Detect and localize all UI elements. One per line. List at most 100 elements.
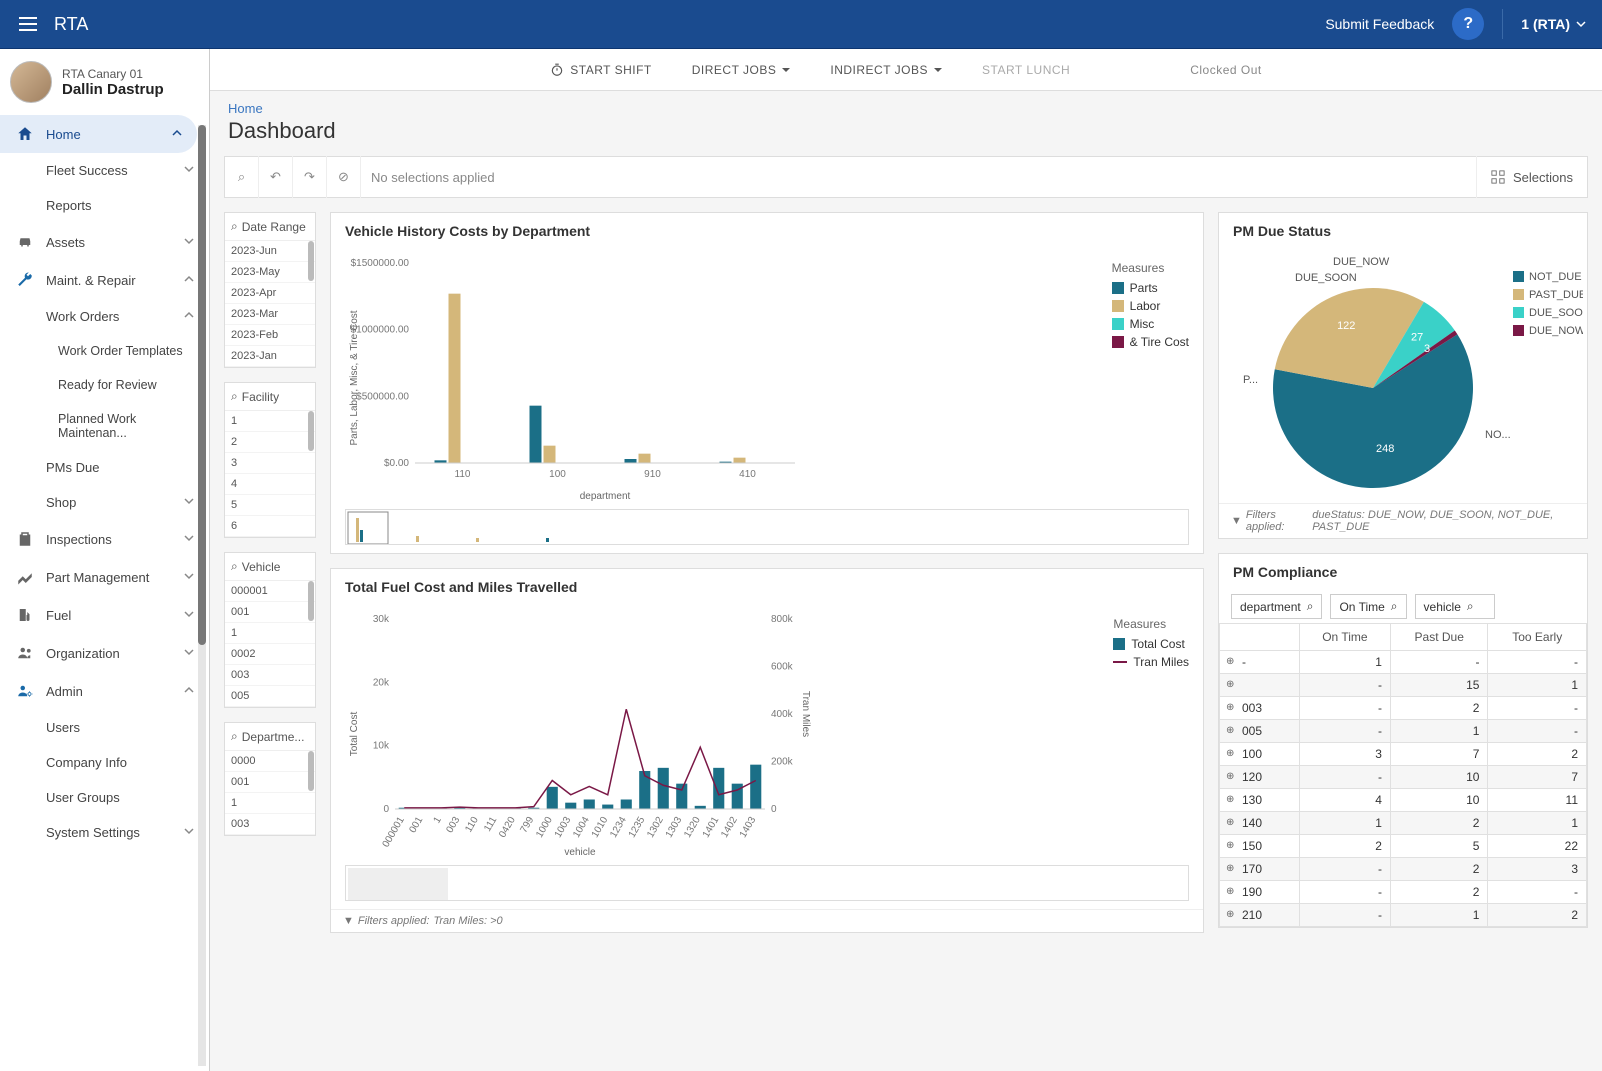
table-row[interactable]: ⊕005-1- — [1220, 720, 1587, 743]
filter-row[interactable]: 003 — [225, 665, 315, 686]
tag-ontime[interactable]: On Time⌕ — [1330, 594, 1406, 619]
legend-item[interactable]: Misc — [1112, 317, 1189, 331]
user-block[interactable]: RTA Canary 01 Dallin Dastrup — [0, 49, 209, 115]
filter-row[interactable]: 3 — [225, 453, 315, 474]
tag-department[interactable]: department⌕ — [1231, 594, 1322, 619]
clock-status: Clocked Out — [1190, 63, 1262, 77]
compliance-table[interactable]: On Time Past Due Too Early ⊕-1--⊕-151⊕00… — [1219, 623, 1587, 927]
table-row[interactable]: ⊕-151 — [1220, 674, 1587, 697]
bar-chart[interactable]: $0.00$500000.00$1000000.00$1500000.00Par… — [345, 253, 885, 503]
sidebar-item-planned-work[interactable]: Planned Work Maintenan... — [0, 402, 209, 450]
direct-jobs-menu[interactable]: DIRECT JOBS — [692, 63, 791, 77]
th-ontime[interactable]: On Time — [1299, 624, 1390, 651]
filter-row[interactable]: 2023-Mar — [225, 304, 315, 325]
table-row[interactable]: ⊕170-23 — [1220, 858, 1587, 881]
scrollbar[interactable] — [308, 241, 314, 281]
start-shift-button[interactable]: START SHIFT — [550, 63, 652, 77]
th-dept[interactable] — [1220, 624, 1300, 651]
sidebar-item-system-settings[interactable]: System Settings — [0, 815, 209, 850]
sidebar-item-fleet-success[interactable]: Fleet Success — [0, 153, 209, 188]
mini-chart-scroller[interactable] — [345, 509, 1189, 545]
clear-selection-icon[interactable]: ⊘ — [327, 156, 361, 198]
filter-row[interactable]: 2023-Apr — [225, 283, 315, 304]
sidebar-item-company-info[interactable]: Company Info — [0, 745, 209, 780]
filter-facility[interactable]: ⌕Facility 123456 — [224, 382, 316, 538]
sidebar-item-user-groups[interactable]: User Groups — [0, 780, 209, 815]
filter-row[interactable]: 005 — [225, 686, 315, 707]
start-lunch-button[interactable]: START LUNCH — [982, 63, 1070, 77]
scrollbar[interactable] — [308, 751, 314, 791]
sidebar-item-inspections[interactable]: Inspections — [0, 520, 209, 558]
legend-item[interactable]: Tran Miles — [1113, 655, 1189, 669]
table-row[interactable]: ⊕-1-- — [1220, 651, 1587, 674]
sidebar-item-fuel[interactable]: Fuel — [0, 596, 209, 634]
sidebar-item-admin[interactable]: Admin — [0, 672, 209, 710]
sidebar-item-maint-repair[interactable]: Maint. & Repair — [0, 261, 209, 299]
table-row[interactable]: ⊕140121 — [1220, 812, 1587, 835]
scrollbar[interactable] — [308, 581, 314, 621]
table-row[interactable]: ⊕100372 — [1220, 743, 1587, 766]
table-row[interactable]: ⊕1502522 — [1220, 835, 1587, 858]
filter-row[interactable]: 6 — [225, 516, 315, 537]
svg-text:1302: 1302 — [645, 815, 666, 840]
redo-icon[interactable]: ↷ — [293, 156, 327, 198]
combo-chart[interactable]: 010k20k30k0200k400k600k800kTotal CostTra… — [345, 609, 885, 859]
sidebar-item-home[interactable]: Home — [0, 115, 197, 153]
sidebar-item-pms-due[interactable]: PMs Due — [0, 450, 209, 485]
scrollbar[interactable] — [308, 411, 314, 451]
filter-row[interactable]: 2023-Feb — [225, 325, 315, 346]
sidebar-item-organization[interactable]: Organization — [0, 634, 209, 672]
th-pastdue[interactable]: Past Due — [1390, 624, 1487, 651]
submit-feedback-link[interactable]: Submit Feedback — [1325, 16, 1434, 32]
filter-row[interactable]: 001 — [225, 772, 315, 793]
filter-row[interactable]: 4 — [225, 474, 315, 495]
svg-text:800k: 800k — [771, 614, 794, 625]
sidebar-item-ready-review[interactable]: Ready for Review — [0, 368, 209, 402]
legend-item[interactable]: Labor — [1112, 299, 1189, 313]
sidebar-item-part-mgmt[interactable]: Part Management — [0, 558, 209, 596]
table-row[interactable]: ⊕120-107 — [1220, 766, 1587, 789]
filter-date-range[interactable]: ⌕Date Range 2023-Jun2023-May2023-Apr2023… — [224, 212, 316, 368]
filter-row[interactable]: 001 — [225, 602, 315, 623]
filter-row[interactable]: 0002 — [225, 644, 315, 665]
filter-vehicle[interactable]: ⌕Vehicle 00000100110002003005 — [224, 552, 316, 708]
legend-item[interactable]: Total Cost — [1113, 637, 1189, 651]
filter-row[interactable]: 2023-May — [225, 262, 315, 283]
breadcrumb[interactable]: Home — [210, 91, 1602, 118]
sidebar-item-assets[interactable]: Assets — [0, 223, 209, 261]
filter-row[interactable]: 2023-Jan — [225, 346, 315, 367]
filter-department[interactable]: ⌕Departme... 00000011003 — [224, 722, 316, 836]
sidebar-item-wo-templates[interactable]: Work Order Templates — [0, 334, 209, 368]
table-row[interactable]: ⊕210-12 — [1220, 904, 1587, 927]
account-menu[interactable]: 1 (RTA) — [1521, 16, 1586, 32]
table-row[interactable]: ⊕003-2- — [1220, 697, 1587, 720]
sidebar-item-shop[interactable]: Shop — [0, 485, 209, 520]
filter-row[interactable]: 2023-Jun — [225, 241, 315, 262]
pie-chart[interactable]: 248122273DUE_NOWDUE_SOONP...NO...NOT_DUE… — [1233, 253, 1583, 503]
filter-row[interactable]: 2 — [225, 432, 315, 453]
hamburger-icon[interactable] — [16, 12, 40, 36]
legend-item[interactable]: & Tire Cost — [1112, 335, 1189, 349]
filter-row[interactable]: 1 — [225, 793, 315, 814]
sidebar-item-users[interactable]: Users — [0, 710, 209, 745]
tag-vehicle[interactable]: vehicle⌕ — [1415, 594, 1495, 619]
filter-row[interactable]: 003 — [225, 814, 315, 835]
sidebar-scrollthumb[interactable] — [198, 125, 206, 645]
filter-row[interactable]: 5 — [225, 495, 315, 516]
filter-row[interactable]: 0000 — [225, 751, 315, 772]
filter-row[interactable]: 1 — [225, 411, 315, 432]
th-tooearly[interactable]: Too Early — [1488, 624, 1587, 651]
help-icon[interactable]: ? — [1452, 8, 1484, 40]
sidebar-item-reports[interactable]: Reports — [0, 188, 209, 223]
table-row[interactable]: ⊕13041011 — [1220, 789, 1587, 812]
indirect-jobs-menu[interactable]: INDIRECT JOBS — [830, 63, 942, 77]
mini-chart-scroller[interactable] — [345, 865, 1189, 901]
undo-icon[interactable]: ↶ — [259, 156, 293, 198]
legend-item[interactable]: Parts — [1112, 281, 1189, 295]
sidebar-item-work-orders[interactable]: Work Orders — [0, 299, 209, 334]
search-selection-icon[interactable]: ⌕ — [225, 156, 259, 198]
selections-button[interactable]: Selections — [1476, 156, 1587, 198]
filter-row[interactable]: 000001 — [225, 581, 315, 602]
filter-row[interactable]: 1 — [225, 623, 315, 644]
table-row[interactable]: ⊕190-2- — [1220, 881, 1587, 904]
